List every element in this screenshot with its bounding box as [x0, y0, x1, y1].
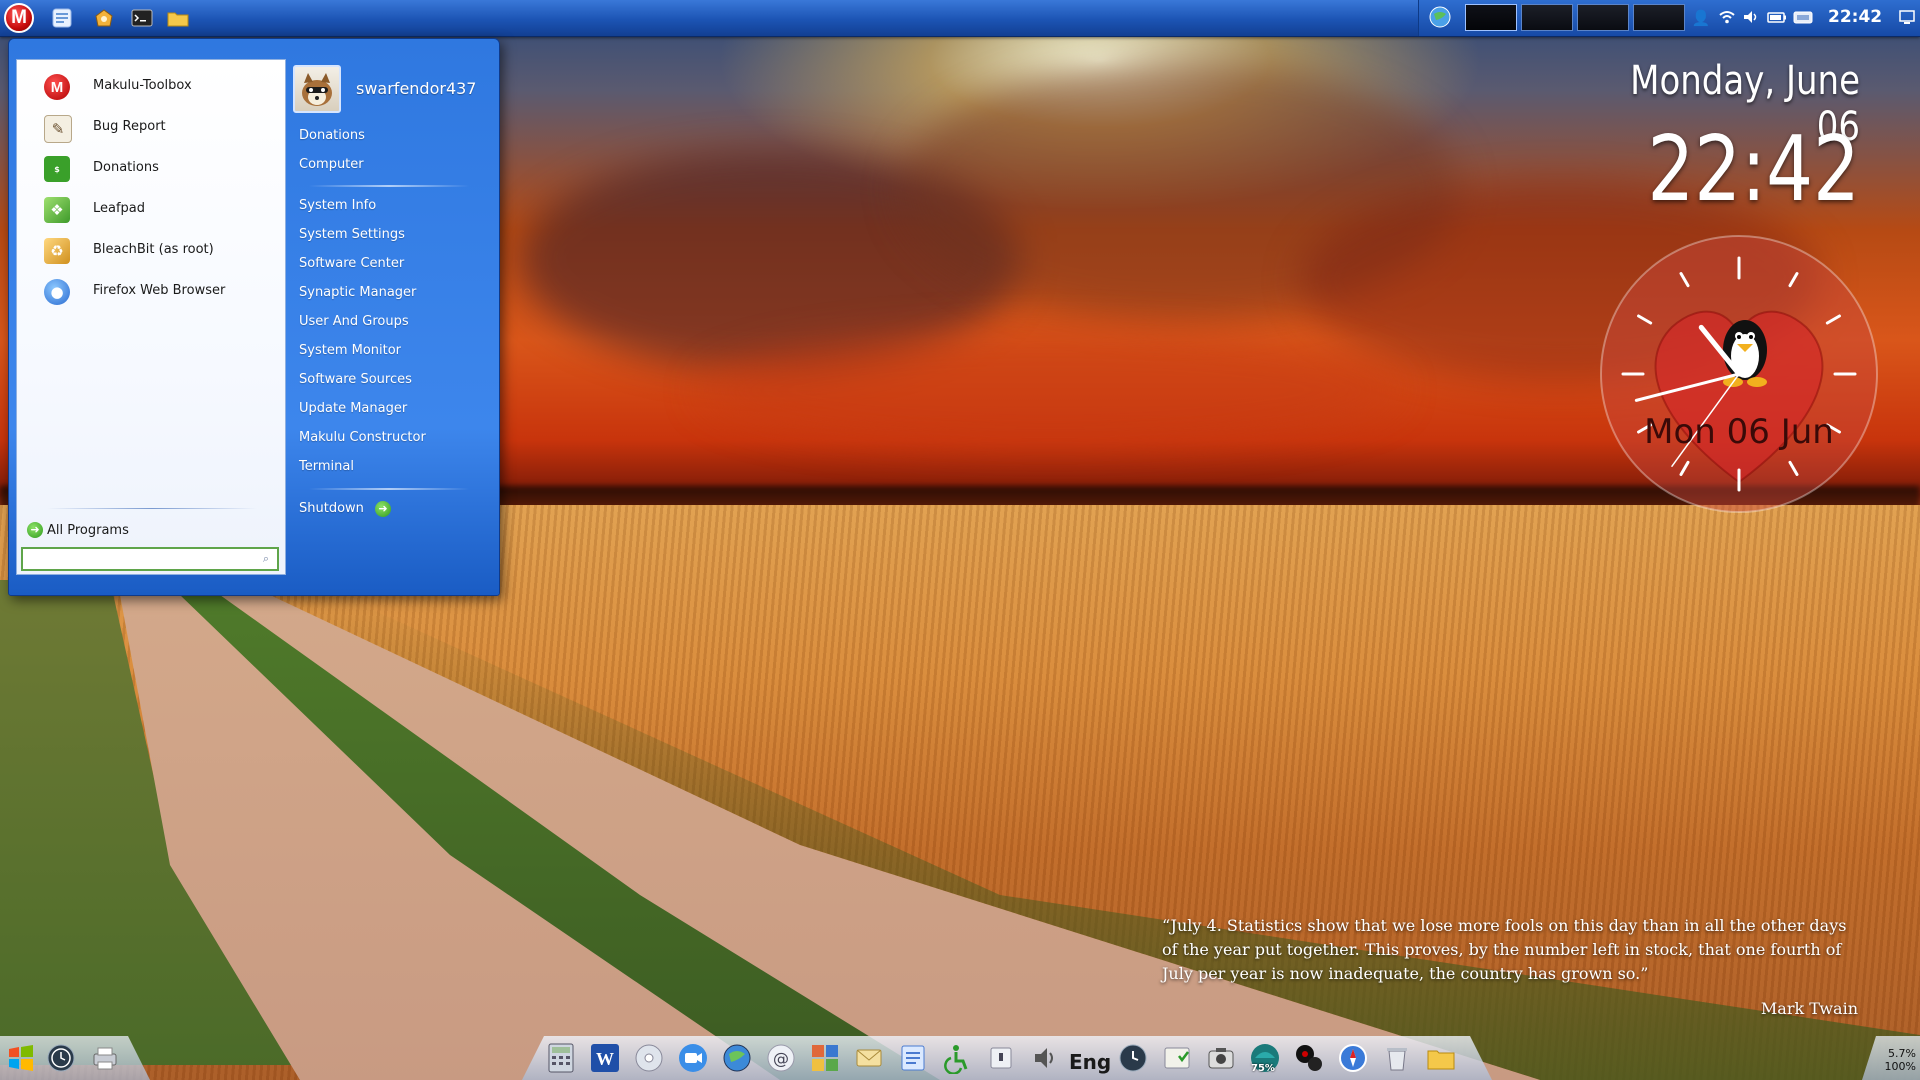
bug-report-icon: ✎	[44, 115, 72, 143]
leafpad-icon: ❖	[44, 197, 70, 223]
accessibility-icon[interactable]	[938, 1039, 976, 1077]
menu-item-system-monitor[interactable]: System Monitor	[299, 343, 401, 358]
folder-icon[interactable]	[1422, 1039, 1460, 1077]
search-input[interactable]	[21, 547, 279, 571]
menu-item-software-sources[interactable]: Software Sources	[299, 372, 412, 387]
word-processor-icon[interactable]: W	[586, 1039, 624, 1077]
wifi-icon[interactable]	[1717, 8, 1737, 28]
system-monitor-icon[interactable]	[1290, 1039, 1328, 1077]
app-item-label: Makulu-Toolbox	[93, 78, 192, 93]
time-widget: 22:42	[1647, 117, 1860, 222]
menu-item-donations[interactable]: Donations	[299, 128, 365, 143]
menu-item-software-center[interactable]: Software Center	[299, 256, 404, 271]
email-icon[interactable]: @	[762, 1039, 800, 1077]
menu-item-update-manager[interactable]: Update Manager	[299, 401, 407, 416]
workspace-3[interactable]	[1577, 4, 1629, 31]
workspace-1[interactable]	[1465, 4, 1517, 31]
compass-icon[interactable]	[1334, 1039, 1372, 1077]
menu-button[interactable]: M	[4, 3, 34, 33]
quote-text: “July 4. Statistics show that we lose mo…	[1162, 916, 1847, 983]
drive-icon[interactable]	[1793, 8, 1813, 28]
all-programs-label: All Programs	[47, 522, 129, 538]
photo-collage-icon[interactable]	[806, 1039, 844, 1077]
show-desktop-icon[interactable]	[1897, 8, 1917, 28]
search-icon[interactable]: ⌕	[259, 552, 273, 566]
toolbox-icon[interactable]	[90, 4, 118, 32]
all-programs-button[interactable]: ➜ All Programs	[27, 520, 129, 540]
notes-icon[interactable]	[894, 1039, 932, 1077]
workspace-4[interactable]	[1633, 4, 1685, 31]
cpu-usage-value: 5.7%	[1888, 1047, 1916, 1060]
clock-icon[interactable]	[1114, 1039, 1152, 1077]
trash-icon[interactable]	[1378, 1039, 1416, 1077]
windows-logo-icon[interactable]	[2, 1039, 40, 1077]
app-item-label: Firefox Web Browser	[93, 283, 226, 298]
battery-icon[interactable]	[1767, 8, 1787, 28]
app-item-donations[interactable]: $ Donations	[17, 150, 285, 188]
app-item-makulu-toolbox[interactable]: M Makulu-Toolbox	[17, 68, 285, 106]
divider	[309, 488, 469, 490]
volume-icon[interactable]	[1026, 1039, 1064, 1077]
wallpaper-cloud	[700, 330, 1400, 450]
analog-clock-widget	[1600, 235, 1878, 513]
menu-item-system-info[interactable]: System Info	[299, 198, 376, 213]
menu-item-synaptic-manager[interactable]: Synaptic Manager	[299, 285, 416, 300]
menu-item-system-settings[interactable]: System Settings	[299, 227, 405, 242]
printer-icon[interactable]	[86, 1039, 124, 1077]
app-item-bleachbit[interactable]: ♻ BleachBit (as root)	[17, 232, 285, 270]
network-globe-icon[interactable]	[1427, 5, 1453, 31]
video-call-icon[interactable]	[674, 1039, 712, 1077]
menu-item-computer[interactable]: Computer	[299, 157, 364, 172]
bleachbit-icon: ♻	[44, 238, 70, 264]
time-machine-icon[interactable]	[42, 1039, 80, 1077]
usb-drive-icon[interactable]	[982, 1039, 1020, 1077]
network-globe-icon[interactable]	[718, 1039, 756, 1077]
terminal-icon[interactable]	[128, 4, 156, 32]
firefox-icon: ●	[44, 279, 70, 305]
mail-envelope-icon[interactable]	[850, 1039, 888, 1077]
folder-icon[interactable]	[164, 4, 192, 32]
cpu-memory-monitor[interactable]: 5.7% 100%	[1878, 1047, 1916, 1073]
app-item-leafpad[interactable]: ❖ Leafpad	[17, 191, 285, 229]
app-item-label: BleachBit (as root)	[93, 242, 214, 257]
disc-icon[interactable]	[630, 1039, 668, 1077]
workspace-2[interactable]	[1521, 4, 1573, 31]
start-menu: M Makulu-Toolbox ✎ Bug Report $ Donation…	[8, 38, 500, 596]
top-panel: M 👤 22:42	[0, 0, 1920, 37]
volume-icon[interactable]	[1741, 8, 1761, 28]
favorites-panel: M Makulu-Toolbox ✎ Bug Report $ Donation…	[16, 59, 286, 575]
menu-item-user-and-groups[interactable]: User And Groups	[299, 314, 409, 329]
app-item-label: Donations	[93, 160, 159, 175]
memory-usage-value: 100%	[1884, 1060, 1916, 1073]
arrow-right-icon[interactable]: ➜	[375, 501, 391, 517]
app-item-label: Bug Report	[93, 119, 166, 134]
shutdown-button[interactable]: Shutdown	[299, 501, 364, 516]
keyboard-layout-indicator[interactable]: Eng	[1069, 1050, 1111, 1074]
menu-item-makulu-constructor[interactable]: Makulu Constructor	[299, 430, 426, 445]
file-manager-icon[interactable]	[48, 4, 76, 32]
system-tray: 👤 22:42	[1418, 0, 1920, 36]
app-item-firefox[interactable]: ● Firefox Web Browser	[17, 273, 285, 311]
calculator-icon[interactable]	[542, 1039, 580, 1077]
camera-icon[interactable]	[1202, 1039, 1240, 1077]
divider	[47, 508, 257, 509]
user-icon[interactable]: 👤	[1691, 8, 1711, 28]
avatar[interactable]	[293, 65, 341, 113]
donations-icon: $	[44, 156, 70, 182]
divider	[309, 185, 469, 187]
app-item-bug-report[interactable]: ✎ Bug Report	[17, 109, 285, 147]
svg-text:W: W	[596, 1049, 614, 1069]
arrow-right-icon: ➜	[27, 522, 43, 538]
menu-item-terminal[interactable]: Terminal	[299, 459, 354, 474]
clock-date-label: Mon 06 Jun	[1644, 412, 1834, 452]
task-checklist-icon[interactable]	[1158, 1039, 1196, 1077]
quote-author: Mark Twain	[1760, 999, 1858, 1018]
panel-clock[interactable]: 22:42	[1828, 6, 1888, 28]
svg-text:@: @	[773, 1049, 789, 1068]
makulu-icon: M	[44, 74, 70, 100]
user-name[interactable]: swarfendor437	[356, 79, 476, 98]
battery-percent: 75%	[1251, 1063, 1275, 1074]
app-item-label: Leafpad	[93, 201, 146, 216]
